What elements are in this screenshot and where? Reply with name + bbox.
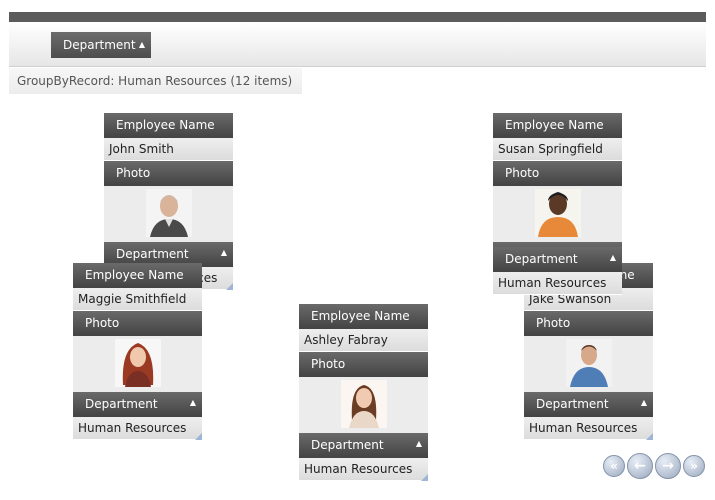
employee-photo	[146, 189, 192, 237]
employee-name-value: Ashley Fabray	[299, 329, 428, 352]
photo-header: Photo	[73, 311, 202, 336]
employee-photo	[566, 339, 612, 387]
group-by-department-chip[interactable]: Department ▲	[51, 32, 151, 58]
employee-name-header: Employee Name	[73, 263, 202, 288]
sort-up-icon: ▲	[138, 40, 145, 49]
photo-cell	[299, 377, 428, 433]
resize-grip-icon[interactable]	[421, 474, 428, 481]
employee-name-value: John Smith	[104, 138, 233, 161]
department-header: Department▲	[524, 392, 653, 417]
employee-photo	[115, 339, 161, 387]
group-chip-label: Department	[63, 38, 136, 52]
employee-photo	[535, 189, 581, 237]
department-value: Human Resources	[493, 272, 622, 295]
record-pager: « ← → »	[603, 453, 705, 479]
photo-header: Photo	[104, 161, 233, 186]
employee-name-header: Employee Name	[299, 304, 428, 329]
double-right-icon[interactable]: »	[683, 455, 705, 477]
department-header: Department▲	[493, 247, 622, 272]
left-arrow-icon[interactable]: ←	[627, 453, 653, 479]
resize-grip-icon[interactable]	[646, 433, 653, 440]
photo-cell	[493, 186, 622, 242]
department-value: Human Resources	[299, 458, 428, 481]
department-header: Department▲	[73, 392, 202, 417]
photo-header: Photo	[524, 311, 653, 336]
group-by-area: Department ▲	[9, 22, 706, 67]
right-arrow-icon[interactable]: →	[655, 453, 681, 479]
employee-name-value: Maggie Smithfield	[73, 288, 202, 311]
resize-grip-icon[interactable]	[226, 283, 233, 290]
record-card-ashley-fabray[interactable]: Employee Name Ashley Fabray Photo Depart…	[299, 304, 428, 481]
top-bar	[9, 12, 706, 22]
department-value: Human Resources	[524, 417, 653, 440]
record-card-susan-springfield-overlay: Department ▲ Human Resources	[493, 247, 622, 295]
department-header: Department▲	[299, 433, 428, 458]
employee-name-header: Employee Name	[493, 113, 622, 138]
photo-header: Photo	[299, 352, 428, 377]
employee-name-header: Employee Name	[104, 113, 233, 138]
photo-cell	[73, 336, 202, 392]
photo-cell	[524, 336, 653, 392]
department-value: Human Resources	[73, 417, 202, 440]
employee-photo	[341, 380, 387, 428]
photo-header: Photo	[493, 161, 622, 186]
employee-name-value: Susan Springfield	[493, 138, 622, 161]
double-left-icon[interactable]: «	[603, 455, 625, 477]
group-record-label: GroupByRecord: Human Resources (12 items…	[9, 68, 303, 94]
photo-cell	[104, 186, 233, 242]
record-card-maggie-smithfield[interactable]: Employee Name Maggie Smithfield Photo De…	[73, 263, 202, 440]
resize-grip-icon[interactable]	[195, 433, 202, 440]
